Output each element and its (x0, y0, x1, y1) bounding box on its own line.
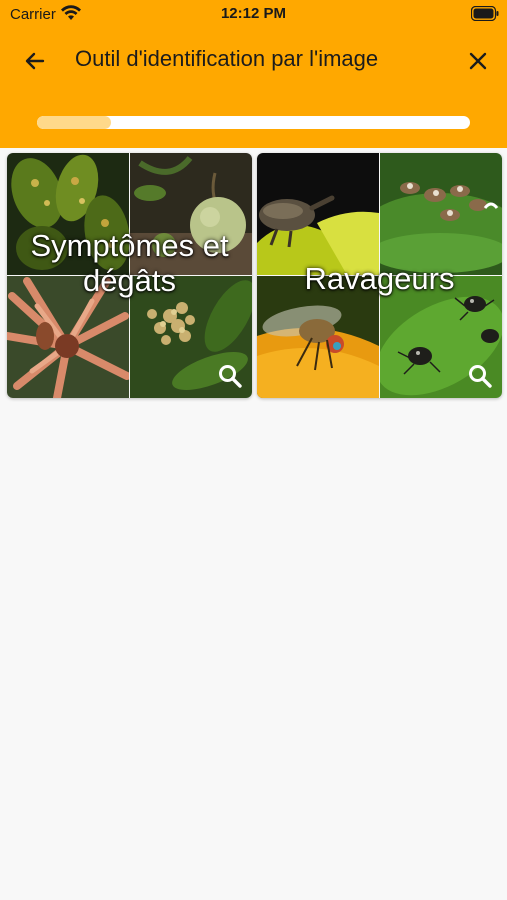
progress-bar (37, 116, 470, 129)
clock: 12:12 PM (220, 5, 287, 22)
card-label: Ravageurs (304, 261, 455, 296)
search-icon[interactable] (467, 363, 493, 389)
arrow-left-icon (25, 52, 45, 70)
page-title: Outil d'identification par l'image (75, 46, 379, 71)
progress-fill (37, 116, 111, 129)
app-header: Carrier 12:12 PM Outil d'identification … (0, 0, 507, 148)
search-icon[interactable] (217, 363, 243, 389)
category-card-symptoms[interactable]: Symptômes et dégâts (7, 153, 252, 398)
weevil-image (257, 153, 379, 275)
status-bar: Carrier 12:12 PM (0, 0, 507, 30)
mealybug-image (380, 153, 502, 275)
close-icon (469, 52, 487, 70)
category-card-pests[interactable]: Ravageurs (257, 153, 502, 398)
battery-icon (471, 6, 499, 21)
back-button[interactable] (18, 44, 52, 78)
close-button[interactable] (461, 44, 495, 78)
card-label: Symptômes et dégâts (30, 228, 229, 298)
